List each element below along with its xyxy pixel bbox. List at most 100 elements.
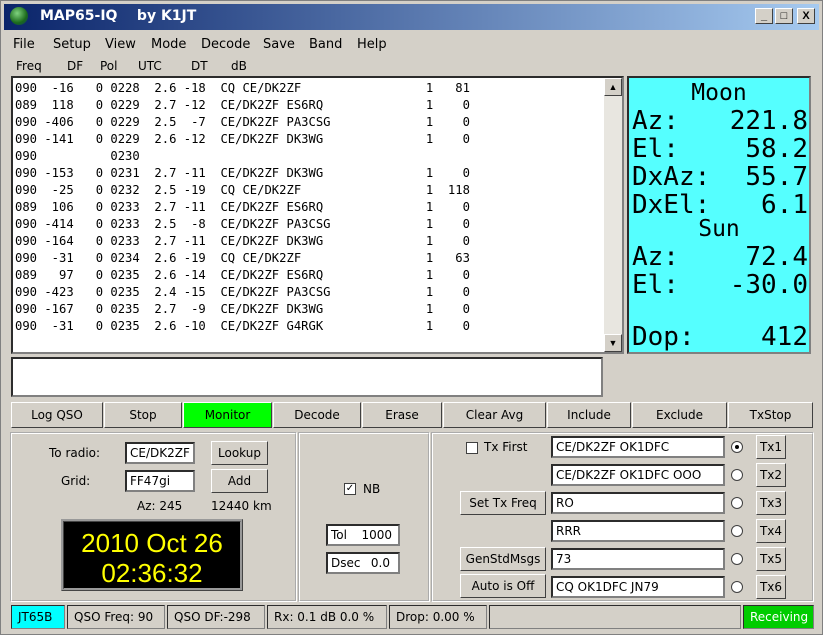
decode-button[interactable]: Decode <box>273 402 361 428</box>
tx4-radio[interactable] <box>731 525 743 537</box>
decode-line[interactable]: 089 118 0 0229 2.7 -12 CE/DK2ZF ES6RQ 1 … <box>15 97 605 114</box>
scroll-down-arrow-icon[interactable]: ▼ <box>604 334 622 352</box>
stop-button[interactable]: Stop <box>104 402 182 428</box>
tx1-message-field[interactable]: CE/DK2ZF OK1DFC <box>551 436 725 458</box>
tx1-button[interactable]: Tx1 <box>756 435 786 459</box>
tx6-button[interactable]: Tx6 <box>756 575 786 599</box>
exclude-button[interactable]: Exclude <box>632 402 727 428</box>
decode-line[interactable]: 089 106 0 0233 2.7 -11 CE/DK2ZF ES6RQ 1 … <box>15 199 605 216</box>
moon-az-label: Az: <box>632 106 679 136</box>
scroll-up-arrow-icon[interactable]: ▲ <box>604 78 622 96</box>
clock-time: 02:36:32 <box>101 558 203 588</box>
decode-line[interactable]: 090 -414 0 0233 2.5 -8 CE/DK2ZF PA3CSG 1… <box>15 216 605 233</box>
menu-view[interactable]: View <box>105 37 136 52</box>
tx6-message-field[interactable]: CQ OK1DFC JN79 <box>551 576 725 598</box>
decoder-settings-panel <box>298 432 430 602</box>
dxaz-row: DxAz: 55.7 <box>632 162 808 192</box>
column-header-df: DF <box>67 59 84 73</box>
tx1-radio[interactable] <box>731 441 743 453</box>
doppler-row: Dop: 412 <box>632 322 808 352</box>
moon-heading: Moon <box>691 80 747 106</box>
tx2-radio[interactable] <box>731 469 743 481</box>
moon-az-value: 221.8 <box>729 106 808 136</box>
decode-line[interactable]: 090 -25 0 0232 2.5 -19 CQ CE/DK2ZF 1 118 <box>15 182 605 199</box>
decode-line[interactable]: 090 -16 0 0228 2.6 -18 CQ CE/DK2ZF 1 81 <box>15 80 605 97</box>
tx3-button[interactable]: Tx3 <box>756 491 786 515</box>
log-qso-button[interactable]: Log QSO <box>11 402 103 428</box>
tx-first-checkbox[interactable] <box>466 442 478 454</box>
menu-setup[interactable]: Setup <box>53 37 91 52</box>
txstop-button[interactable]: TxStop <box>728 402 813 428</box>
decode-line[interactable]: 090 -31 0 0234 2.6 -19 CQ CE/DK2ZF 1 63 <box>15 250 605 267</box>
add-button[interactable]: Add <box>211 469 268 493</box>
vertical-scrollbar[interactable]: ▲ ▼ <box>604 78 622 352</box>
decode-line[interactable]: 090 -141 0 0229 2.6 -12 CE/DK2ZF DK3WG 1… <box>15 131 605 148</box>
erase-button[interactable]: Erase <box>362 402 442 428</box>
tx3-message-field[interactable]: RO <box>551 492 725 514</box>
utc-clock: 2010 Oct 26 02:36:32 <box>61 519 243 591</box>
decode-line[interactable]: 090 -167 0 0235 2.7 -9 CE/DK2ZF DK3WG 1 … <box>15 301 605 318</box>
tol-control[interactable]: Tol 1000 <box>326 524 400 546</box>
clear-avg-button[interactable]: Clear Avg <box>443 402 546 428</box>
tx5-message-field[interactable]: 73 <box>551 548 725 570</box>
dsec-control[interactable]: Dsec 0.0 <box>326 552 400 574</box>
tx5-radio[interactable] <box>731 553 743 565</box>
menu-mode[interactable]: Mode <box>151 37 186 52</box>
doppler-value: 412 <box>761 322 808 352</box>
decoded-text-list[interactable]: 090 -16 0 0228 2.6 -18 CQ CE/DK2ZF 1 81 … <box>11 76 624 354</box>
status-spacer <box>489 605 741 629</box>
auto-button[interactable]: Auto is Off <box>460 574 546 598</box>
menu-save[interactable]: Save <box>263 37 295 52</box>
astro-data-panel: Moon Az: 221.8 El: 58.2 DxAz: 55.7 DxEl:… <box>627 76 811 354</box>
dxaz-label: DxAz: <box>632 162 711 192</box>
tx4-button[interactable]: Tx4 <box>756 519 786 543</box>
tx-first-label: Tx First <box>484 440 528 454</box>
nb-checkbox[interactable]: ✓ <box>344 483 356 495</box>
decode-line[interactable]: 089 97 0 0235 2.6 -14 CE/DK2ZF ES6RQ 1 0 <box>15 267 605 284</box>
tx3-radio[interactable] <box>731 497 743 509</box>
lookup-button[interactable]: Lookup <box>211 441 268 465</box>
sun-heading: Sun <box>698 216 740 242</box>
column-header-db: dB <box>231 59 247 73</box>
tol-value: 1000 <box>361 528 392 542</box>
decode-line[interactable]: 090 -423 0 0235 2.4 -15 CE/DK2ZF PA3CSG … <box>15 284 605 301</box>
sun-el-row: El: -30.0 <box>632 270 808 300</box>
status-qso-df: QSO DF:-298 <box>167 605 265 629</box>
nb-label: NB <box>363 482 381 496</box>
gen-std-msgs-button[interactable]: GenStdMsgs <box>460 547 546 571</box>
menu-band[interactable]: Band <box>309 37 342 52</box>
status-rx: Rx: 0.1 dB 0.0 % <box>267 605 387 629</box>
to-radio-label: To radio: <box>49 446 101 460</box>
title-bar[interactable]: MAP65-IQ by K1JT _ □ X <box>4 4 819 30</box>
grid-label: Grid: <box>61 474 91 488</box>
menu-help[interactable]: Help <box>357 37 387 52</box>
monitor-button[interactable]: Monitor <box>183 402 272 428</box>
main-window: MAP65-IQ by K1JT _ □ X File Setup View M… <box>0 0 823 635</box>
to-radio-field[interactable]: CE/DK2ZF <box>125 442 195 464</box>
decode-line[interactable]: 090 -406 0 0229 2.5 -7 CE/DK2ZF PA3CSG 1… <box>15 114 605 131</box>
minimize-button[interactable]: _ <box>755 8 773 24</box>
grid-field[interactable]: FF47gi <box>125 470 195 492</box>
sun-el-label: El: <box>632 270 679 300</box>
tx2-message-field[interactable]: CE/DK2ZF OK1DFC OOO <box>551 464 725 486</box>
tx6-radio[interactable] <box>731 581 743 593</box>
decode-line[interactable]: 090 0230 <box>15 148 605 165</box>
menu-file[interactable]: File <box>13 37 35 52</box>
decode-line[interactable]: 090 -164 0 0233 2.7 -11 CE/DK2ZF DK3WG 1… <box>15 233 605 250</box>
decode-line[interactable]: 090 -153 0 0231 2.7 -11 CE/DK2ZF DK3WG 1… <box>15 165 605 182</box>
tx4-message-field[interactable]: RRR <box>551 520 725 542</box>
sun-az-row: Az: 72.4 <box>632 242 808 272</box>
decode-line[interactable]: 090 -31 0 0235 2.6 -10 CE/DK2ZF G4RGK 1 … <box>15 318 605 335</box>
app-globe-icon <box>10 7 28 25</box>
dxaz-value: 55.7 <box>745 162 808 192</box>
message-text-box[interactable] <box>11 357 603 397</box>
doppler-label: Dop: <box>632 322 695 352</box>
status-receiving: Receiving <box>743 605 814 629</box>
include-button[interactable]: Include <box>547 402 631 428</box>
maximize-button[interactable]: □ <box>775 8 793 24</box>
menu-decode[interactable]: Decode <box>201 37 250 52</box>
close-button[interactable]: X <box>797 8 815 24</box>
tx5-button[interactable]: Tx5 <box>756 547 786 571</box>
tx2-button[interactable]: Tx2 <box>756 463 786 487</box>
set-tx-freq-button[interactable]: Set Tx Freq <box>460 491 546 515</box>
